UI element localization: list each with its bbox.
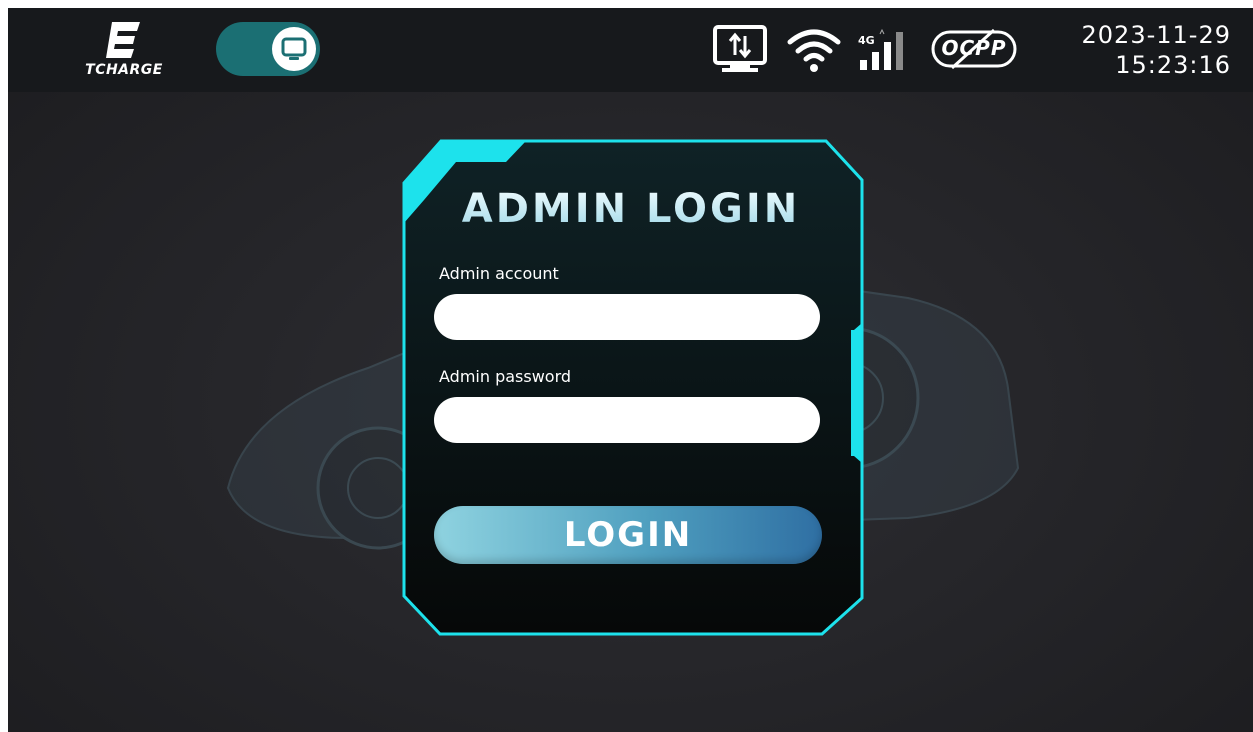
tcharge-logo-icon: [106, 22, 140, 58]
admin-account-input[interactable]: [434, 294, 820, 340]
brand-logo: TCHARGE: [68, 22, 180, 82]
current-date: 2023-11-29: [1081, 21, 1231, 49]
ocpp-disconnected-icon: OCPP: [930, 28, 1020, 72]
display-mode-toggle[interactable]: [216, 22, 320, 76]
admin-account-label: Admin account: [439, 264, 559, 283]
toggle-knob: [272, 27, 316, 71]
login-title: ADMIN LOGIN: [396, 186, 866, 232]
admin-password-label: Admin password: [439, 367, 572, 386]
admin-login-panel: ADMIN LOGIN Admin account Admin password…: [396, 138, 866, 638]
monitor-icon: [281, 37, 307, 60]
datetime-display: 2023-11-29 15:23:16: [1082, 20, 1231, 80]
app-screen: TCHARGE 4G OCPP 2023-11-29 15:23:16 ADMI…: [8, 8, 1253, 732]
brand-logo-text: TCHARGE: [85, 62, 163, 78]
cellular-4g-icon: 4G: [858, 26, 918, 76]
ocpp-label: OCPP: [941, 36, 1007, 60]
admin-password-input[interactable]: [434, 397, 820, 443]
wifi-icon: [787, 29, 841, 72]
ethernet-icon: [713, 25, 767, 72]
login-button[interactable]: LOGIN: [434, 506, 822, 564]
status-bar: TCHARGE 4G OCPP 2023-11-29 15:23:16: [8, 8, 1253, 92]
current-time: 15:23:16: [1115, 51, 1231, 79]
